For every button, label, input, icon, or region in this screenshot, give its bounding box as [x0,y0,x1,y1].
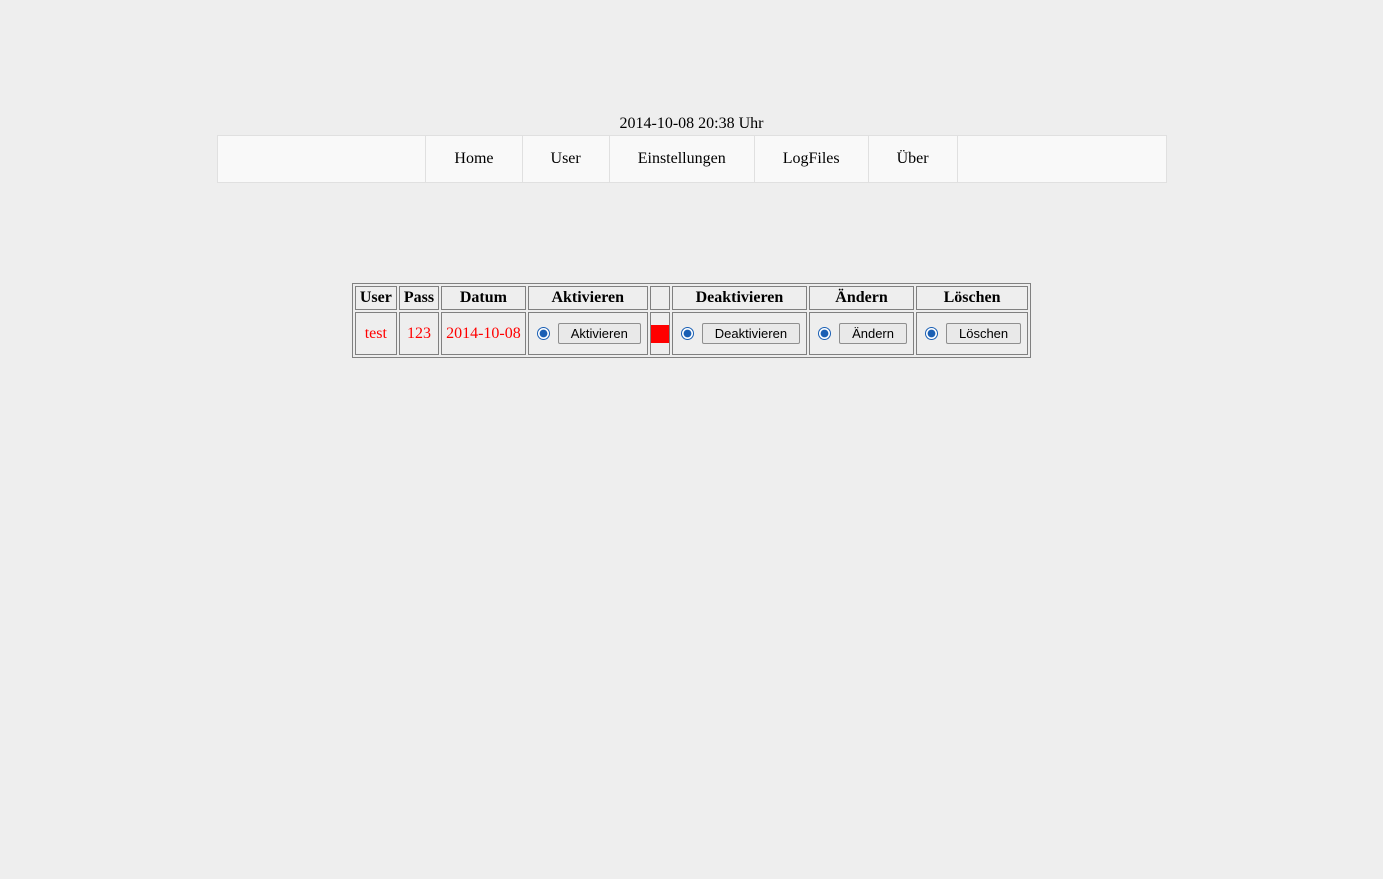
nav-settings[interactable]: Einstellungen [610,136,755,182]
header-edit: Ändern [809,286,914,310]
header-activate: Aktivieren [528,286,648,310]
header-deactivate: Deaktivieren [672,286,807,310]
nav-spacer-right [958,136,1166,182]
nav-about[interactable]: Über [869,136,958,182]
radio-deactivate[interactable] [681,327,694,340]
header-user: User [355,286,397,310]
cell-edit: Ändern [809,312,914,355]
nav-spacer-left [218,136,427,182]
radio-delete[interactable] [925,327,938,340]
cell-user: test [355,312,397,355]
nav-logfiles[interactable]: LogFiles [755,136,869,182]
header-status [650,286,670,310]
nav-user[interactable]: User [523,136,610,182]
header-pass: Pass [399,286,439,310]
nav-home[interactable]: Home [426,136,522,182]
table-header-row: User Pass Datum Aktivieren Deaktivieren … [355,286,1028,310]
cell-date: 2014-10-08 [441,312,526,355]
deactivate-button[interactable]: Deaktivieren [702,323,800,344]
radio-edit[interactable] [818,327,831,340]
header-date: Datum [441,286,526,310]
cell-status [650,312,670,355]
user-table: User Pass Datum Aktivieren Deaktivieren … [352,283,1031,358]
timestamp-label: 2014-10-08 20:38 Uhr [0,0,1383,133]
cell-pass: 123 [399,312,439,355]
delete-button[interactable]: Löschen [946,323,1021,344]
table-row: test 123 2014-10-08 Aktivieren Deaktivie… [355,312,1028,355]
cell-delete: Löschen [916,312,1028,355]
header-delete: Löschen [916,286,1028,310]
radio-activate[interactable] [537,327,550,340]
cell-deactivate: Deaktivieren [672,312,807,355]
status-indicator-icon [651,325,669,343]
main-nav: Home User Einstellungen LogFiles Über [217,135,1167,183]
edit-button[interactable]: Ändern [839,323,907,344]
cell-activate: Aktivieren [528,312,648,355]
activate-button[interactable]: Aktivieren [558,323,641,344]
